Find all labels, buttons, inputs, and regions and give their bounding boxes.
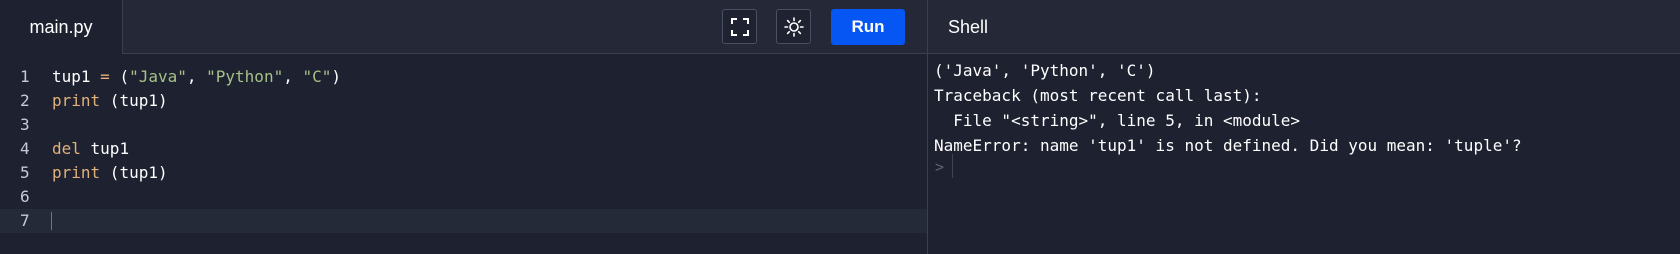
- code-text: print (tup1): [52, 161, 168, 185]
- code-token: del: [52, 139, 81, 158]
- text-cursor: [51, 212, 52, 230]
- line-number: 2: [20, 91, 30, 110]
- top-bar: main.py Run Shell: [0, 0, 1680, 54]
- shell-output-line: ('Java', 'Python', 'C'): [934, 61, 1156, 80]
- online-python-editor: main.py Run Shell 1 tup1 = ("Java", "Pyt…: [0, 0, 1680, 254]
- code-token: "Java": [129, 67, 187, 86]
- code-editor[interactable]: 1 tup1 = ("Java", "Python", "C") 2 print (t…: [0, 54, 927, 254]
- shell-output-line: File "<string>", line 5, in <module>: [934, 111, 1301, 130]
- line-number: 4: [20, 139, 30, 158]
- code-token: (tup1): [100, 91, 168, 110]
- run-button[interactable]: Run: [831, 9, 905, 45]
- code-token: tup1: [52, 67, 101, 86]
- editor-line[interactable]: 3: [0, 113, 927, 137]
- sun-icon: [783, 16, 804, 37]
- code-text: tup1 = ("Java", "Python", "C"): [52, 65, 341, 89]
- shell-output-line: NameError: name 'tup1' is not defined. D…: [934, 136, 1522, 155]
- code-text: print (tup1): [52, 89, 168, 113]
- code-token: (tup1): [100, 163, 168, 182]
- code-token: =: [100, 67, 110, 86]
- run-button-label: Run: [851, 17, 885, 36]
- editor-line[interactable]: 4 del tup1: [0, 137, 927, 161]
- theme-toggle-button[interactable]: [776, 9, 811, 44]
- code-token: print: [52, 163, 101, 182]
- code-text: del tup1: [52, 137, 129, 161]
- shell-title: Shell: [948, 0, 988, 54]
- shell-prompt: >: [935, 158, 945, 176]
- line-number: 6: [20, 187, 30, 206]
- code-token: ,: [186, 67, 207, 86]
- fullscreen-icon: [730, 17, 749, 36]
- tab-main-py[interactable]: main.py: [0, 0, 123, 54]
- editor-line[interactable]: 5 print (tup1): [0, 161, 927, 185]
- fullscreen-button[interactable]: [722, 9, 757, 44]
- code-token: "C": [302, 67, 332, 86]
- code-token: tup1: [80, 139, 130, 158]
- editor-line[interactable]: 7: [0, 209, 927, 233]
- line-number: 1: [20, 67, 30, 86]
- shell-title-label: Shell: [948, 16, 989, 37]
- editor-line[interactable]: 6: [0, 185, 927, 209]
- line-number: 7: [20, 211, 30, 230]
- code-token: (: [109, 67, 130, 86]
- editor-line[interactable]: 1 tup1 = ("Java", "Python", "C"): [0, 65, 927, 89]
- line-number: 3: [20, 115, 30, 134]
- code-token: print: [52, 91, 101, 110]
- shell-output[interactable]: > ('Java', 'Python', 'C') Traceback (most…: [928, 54, 1680, 254]
- line-number: 5: [20, 163, 30, 182]
- code-token: ): [331, 67, 342, 86]
- editor-line[interactable]: 2 print (tup1): [0, 89, 927, 113]
- tab-label: main.py: [29, 16, 93, 37]
- code-token: "Python": [206, 67, 284, 86]
- shell-cursor: [952, 154, 953, 178]
- shell-output-line: Traceback (most recent call last):: [934, 86, 1262, 105]
- code-token: ,: [283, 67, 303, 86]
